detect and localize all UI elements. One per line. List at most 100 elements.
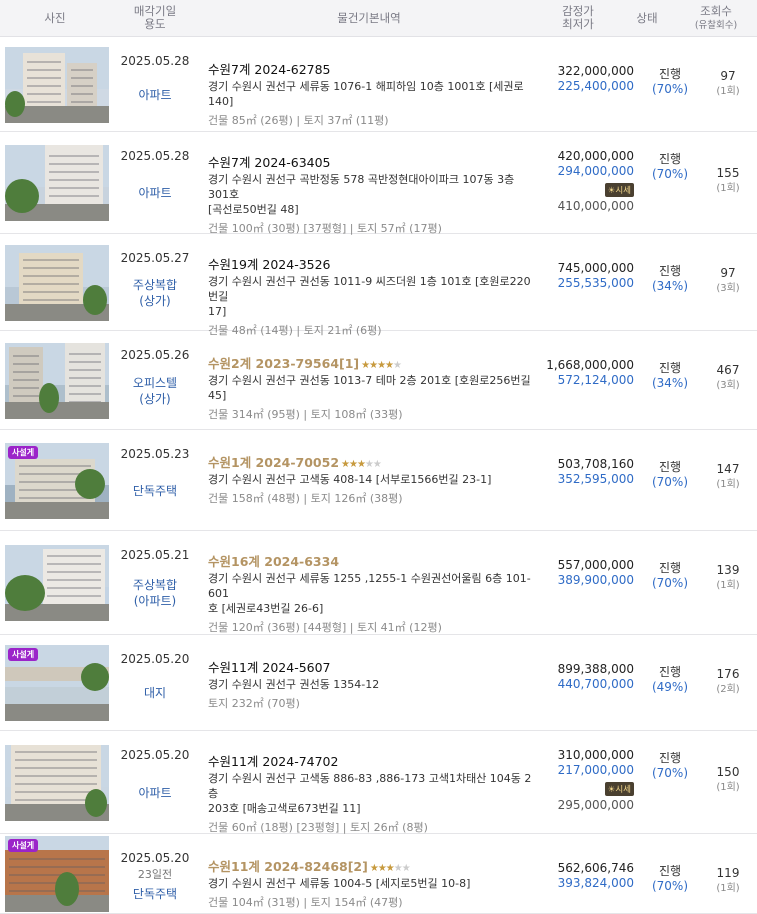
auction-status: 진행 (70%) [642, 864, 698, 894]
address-line2: [곡선로50번길 48] [208, 203, 299, 216]
status-label: 진행 [658, 665, 682, 679]
case-number-link[interactable]: 수원16계 2024-6334 [208, 551, 538, 570]
table-row[interactable]: 사설게 2025.05.23 단독주택 수원1계 2024-70052 ★★★★★ 경기 … [0, 430, 757, 531]
case-number-link[interactable]: 수원7계 2024-63405 [208, 152, 538, 171]
status-label: 진행 [658, 751, 682, 765]
bid-percent: (70%) [651, 475, 689, 489]
star-icon: ★ [385, 863, 395, 874]
property-area: 건물 158㎡ (48평) | 토지 126㎡ (38평) [208, 492, 403, 505]
usage-label: 아파트 [138, 786, 172, 800]
auction-date: 2025.05.28 [120, 54, 190, 68]
property-photo[interactable] [5, 47, 109, 123]
star-icon: ★ [401, 863, 411, 874]
property-photo[interactable]: 사설게 [5, 645, 109, 721]
table-row[interactable]: 2025.05.27 주상복합 (상가) 수원19계 2024-3526 경기 수원시 … [0, 234, 757, 337]
usage-sublabel: (상가) [139, 392, 171, 406]
case-number-link[interactable]: 수원2계 2023-79564[1] ★★★★★ [208, 353, 538, 372]
header-appraisal: 감정가 [562, 4, 594, 18]
property-usage[interactable]: 아파트 [110, 185, 200, 201]
table-row[interactable]: 2025.05.28 아파트 수원7계 2024-63405 경기 수원시 권선구 곡… [0, 132, 757, 235]
table-row[interactable]: 사설게 2025.05.20 23일전 단독주택 수원11계 2024-82468[2]… [0, 834, 757, 914]
property-photo[interactable]: 사설게 [5, 443, 109, 519]
case-number-link[interactable]: 수원19계 2024-3526 [208, 254, 538, 273]
views-number: 155 [716, 166, 740, 180]
star-icon: ★ [356, 459, 366, 470]
auction-date: 2025.05.20 [120, 748, 190, 762]
table-row[interactable]: 2025.05.20 아파트 수원11계 2024-74702 경기 수원시 권선구 … [0, 731, 757, 834]
property-usage[interactable]: 대지 [110, 685, 200, 701]
address-line2: 호 [세권로43번길 26-6] [208, 602, 324, 615]
appraisal-price: 557,000,000 [557, 558, 634, 572]
auction-status: 진행 (70%) [642, 67, 698, 97]
views-number: 119 [716, 866, 740, 880]
auction-status: 진행 (70%) [642, 561, 698, 591]
table-row[interactable]: 2025.05.26 오피스텔 (상가) 수원2계 2023-79564[1] ★★★★… [0, 331, 757, 430]
case-number-link[interactable]: 수원1계 2024-70052 ★★★★★ [208, 452, 538, 471]
property-info: 수원16계 2024-6334 경기 수원시 권선구 세류동 1255 ,1255… [208, 551, 538, 635]
property-area: 토지 232㎡ (70평) [208, 697, 300, 710]
view-count: 97 (1회) [698, 69, 757, 99]
photo-tree [39, 383, 59, 413]
property-usage[interactable]: 단독주택 [110, 483, 200, 499]
property-photo[interactable] [5, 145, 109, 221]
address-line1: 경기 수원시 권선구 고색동 886-83 ,886-173 고색1차태산 10… [208, 772, 532, 800]
property-photo[interactable]: 사설게 [5, 836, 109, 912]
property-photo[interactable] [5, 343, 109, 419]
property-usage[interactable]: 주상복합 (상가) [110, 277, 200, 309]
view-count: 147 (1회) [698, 462, 757, 492]
market-price-tag[interactable]: ☀시세 [604, 781, 634, 796]
property-usage[interactable]: 주상복합 (아파트) [110, 577, 200, 609]
address-line1: 경기 수원시 권선구 고색동 408-14 [서부로1566번길 23-1] [208, 473, 492, 486]
photo-tree [5, 575, 45, 611]
private-auction-badge: 사설게 [8, 648, 39, 661]
table-row[interactable]: 사설게 2025.05.20 대지 수원11계 2024-5607 경기 수원시 권선구… [0, 635, 757, 731]
photo-building [19, 253, 83, 311]
star-icon: ★ [348, 459, 358, 470]
header-fails-label: (유찰회수) [694, 19, 738, 31]
property-usage[interactable]: 아파트 [110, 785, 200, 801]
failed-bids: (3회) [716, 380, 740, 391]
property-photo[interactable] [5, 545, 109, 621]
header-minbid: 최저가 [562, 17, 594, 31]
address-line1: 경기 수원시 권선구 세류동 1004-5 [세지로5번길 10-8] [208, 877, 471, 890]
case-number-link[interactable]: 수원11계 2024-74702 [208, 751, 538, 770]
star-icon: ★ [361, 360, 370, 371]
auction-status: 진행 (34%) [642, 361, 698, 391]
case-number-link[interactable]: 수원11계 2024-82468[2] ★★★★★ [208, 856, 538, 875]
market-price-tag[interactable]: ☀시세 [604, 182, 634, 197]
property-photo[interactable] [5, 245, 109, 321]
auction-date: 2025.05.23 [120, 447, 190, 461]
view-count: 119 (1회) [698, 866, 757, 896]
property-address: 경기 수원시 권선구 권선동 1011-9 씨즈더원 1층 101호 [호원로2… [208, 274, 538, 319]
header-status: 상태 [636, 10, 658, 25]
property-usage[interactable]: 단독주택 [110, 886, 200, 902]
status-label: 진행 [658, 67, 682, 81]
property-info: 수원7계 2024-62785 경기 수원시 권선구 세류동 1076-1 해피하… [208, 59, 538, 128]
address-line1: 경기 수원시 권선구 권선동 1013-7 테마 2층 201호 [호원로256… [208, 374, 531, 402]
case-number: 수원11계 2024-74702 [208, 754, 339, 769]
property-usage[interactable]: 아파트 [110, 87, 200, 103]
view-count: 150 (1회) [698, 765, 757, 795]
view-count: 176 (2회) [698, 667, 757, 697]
appraisal-price: 1,668,000,000 [546, 358, 634, 372]
auction-date: 2025.05.20 [120, 652, 190, 666]
photo-tree [75, 469, 105, 499]
case-number-link[interactable]: 수원7계 2024-62785 [208, 59, 538, 78]
auction-status: 진행 (49%) [642, 665, 698, 695]
market-badge: ☀시세 [604, 782, 634, 796]
status-label: 진행 [658, 561, 682, 575]
table-row[interactable]: 2025.05.21 주상복합 (아파트) 수원16계 2024-6334 경기 수원시… [0, 531, 757, 635]
property-photo[interactable] [5, 745, 109, 821]
header-date-usage: 매각기일 용도 [110, 5, 200, 31]
header-photo: 사진 [44, 10, 66, 25]
table-row[interactable]: 2025.05.28 아파트 수원7계 2024-62785 경기 수원시 권선구 세… [0, 37, 757, 132]
usage-label: 주상복합 [132, 278, 178, 292]
property-address: 경기 수원시 권선구 세류동 1255 ,1255-1 수원권선어울림 6층 1… [208, 571, 538, 616]
property-area: 건물 120㎡ (36평) [44평형] | 토지 41㎡ (12평) [208, 621, 442, 634]
bid-percent: (70%) [651, 576, 689, 590]
property-usage[interactable]: 오피스텔 (상가) [110, 375, 200, 407]
usage-label: 오피스텔 [132, 376, 178, 390]
days-remaining: 23일전 [137, 868, 173, 881]
photo-ground [5, 502, 109, 519]
case-number-link[interactable]: 수원11계 2024-5607 [208, 657, 538, 676]
